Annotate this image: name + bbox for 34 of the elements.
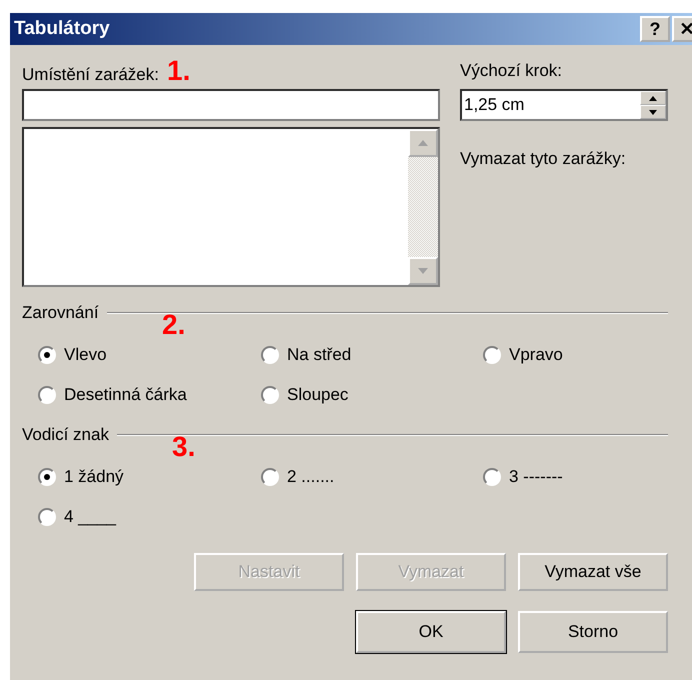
scrollbar[interactable] bbox=[408, 129, 438, 285]
down-arrow-icon bbox=[649, 110, 657, 114]
tab-position-label: Umístění zarážek: bbox=[22, 65, 159, 85]
radio-option[interactable]: 3 ------- bbox=[483, 463, 683, 491]
radio-option[interactable]: 2 ....... bbox=[261, 463, 483, 491]
radio-option[interactable]: Na střed bbox=[261, 341, 483, 369]
annotation-number: 1. bbox=[167, 55, 190, 87]
up-arrow-icon bbox=[418, 140, 428, 146]
tab-stop-list[interactable] bbox=[22, 127, 440, 287]
radio-option[interactable]: 4 ____ bbox=[38, 503, 261, 531]
radio-option[interactable]: Vlevo bbox=[38, 341, 261, 369]
alignment-heading: Zarovnání bbox=[22, 303, 99, 323]
default-step-label: Výchozí krok: bbox=[460, 60, 564, 82]
radio-option[interactable]: Vpravo bbox=[483, 341, 683, 369]
down-arrow-icon bbox=[418, 268, 428, 274]
action-button[interactable]: Vymazat vše bbox=[518, 553, 668, 591]
default-step-spinner[interactable]: 1,25 cm bbox=[460, 89, 668, 121]
spin-down-button[interactable] bbox=[640, 105, 666, 119]
clear-tabs-label: Vymazat tyto zarážky: bbox=[460, 149, 627, 169]
up-arrow-icon bbox=[649, 96, 657, 100]
spin-up-button[interactable] bbox=[640, 91, 666, 105]
dialog-button[interactable]: Storno bbox=[518, 611, 668, 653]
window-title: Tabulátory bbox=[14, 18, 110, 40]
annotation-number: 2. bbox=[162, 309, 186, 341]
dialog-button[interactable]: OK bbox=[356, 611, 506, 653]
scroll-down-button[interactable] bbox=[408, 257, 438, 285]
tab-position-field[interactable] bbox=[22, 89, 440, 121]
radio-option[interactable]: 1 žádný bbox=[38, 463, 261, 491]
leader-heading: Vodicí znak bbox=[22, 425, 109, 445]
annotation-number: 3. bbox=[172, 431, 196, 463]
help-button[interactable]: ? bbox=[640, 16, 670, 42]
scroll-up-button[interactable] bbox=[408, 129, 438, 157]
radio-option[interactable]: Desetinná čárka bbox=[38, 381, 261, 409]
radio-option[interactable]: Sloupec bbox=[261, 381, 483, 409]
